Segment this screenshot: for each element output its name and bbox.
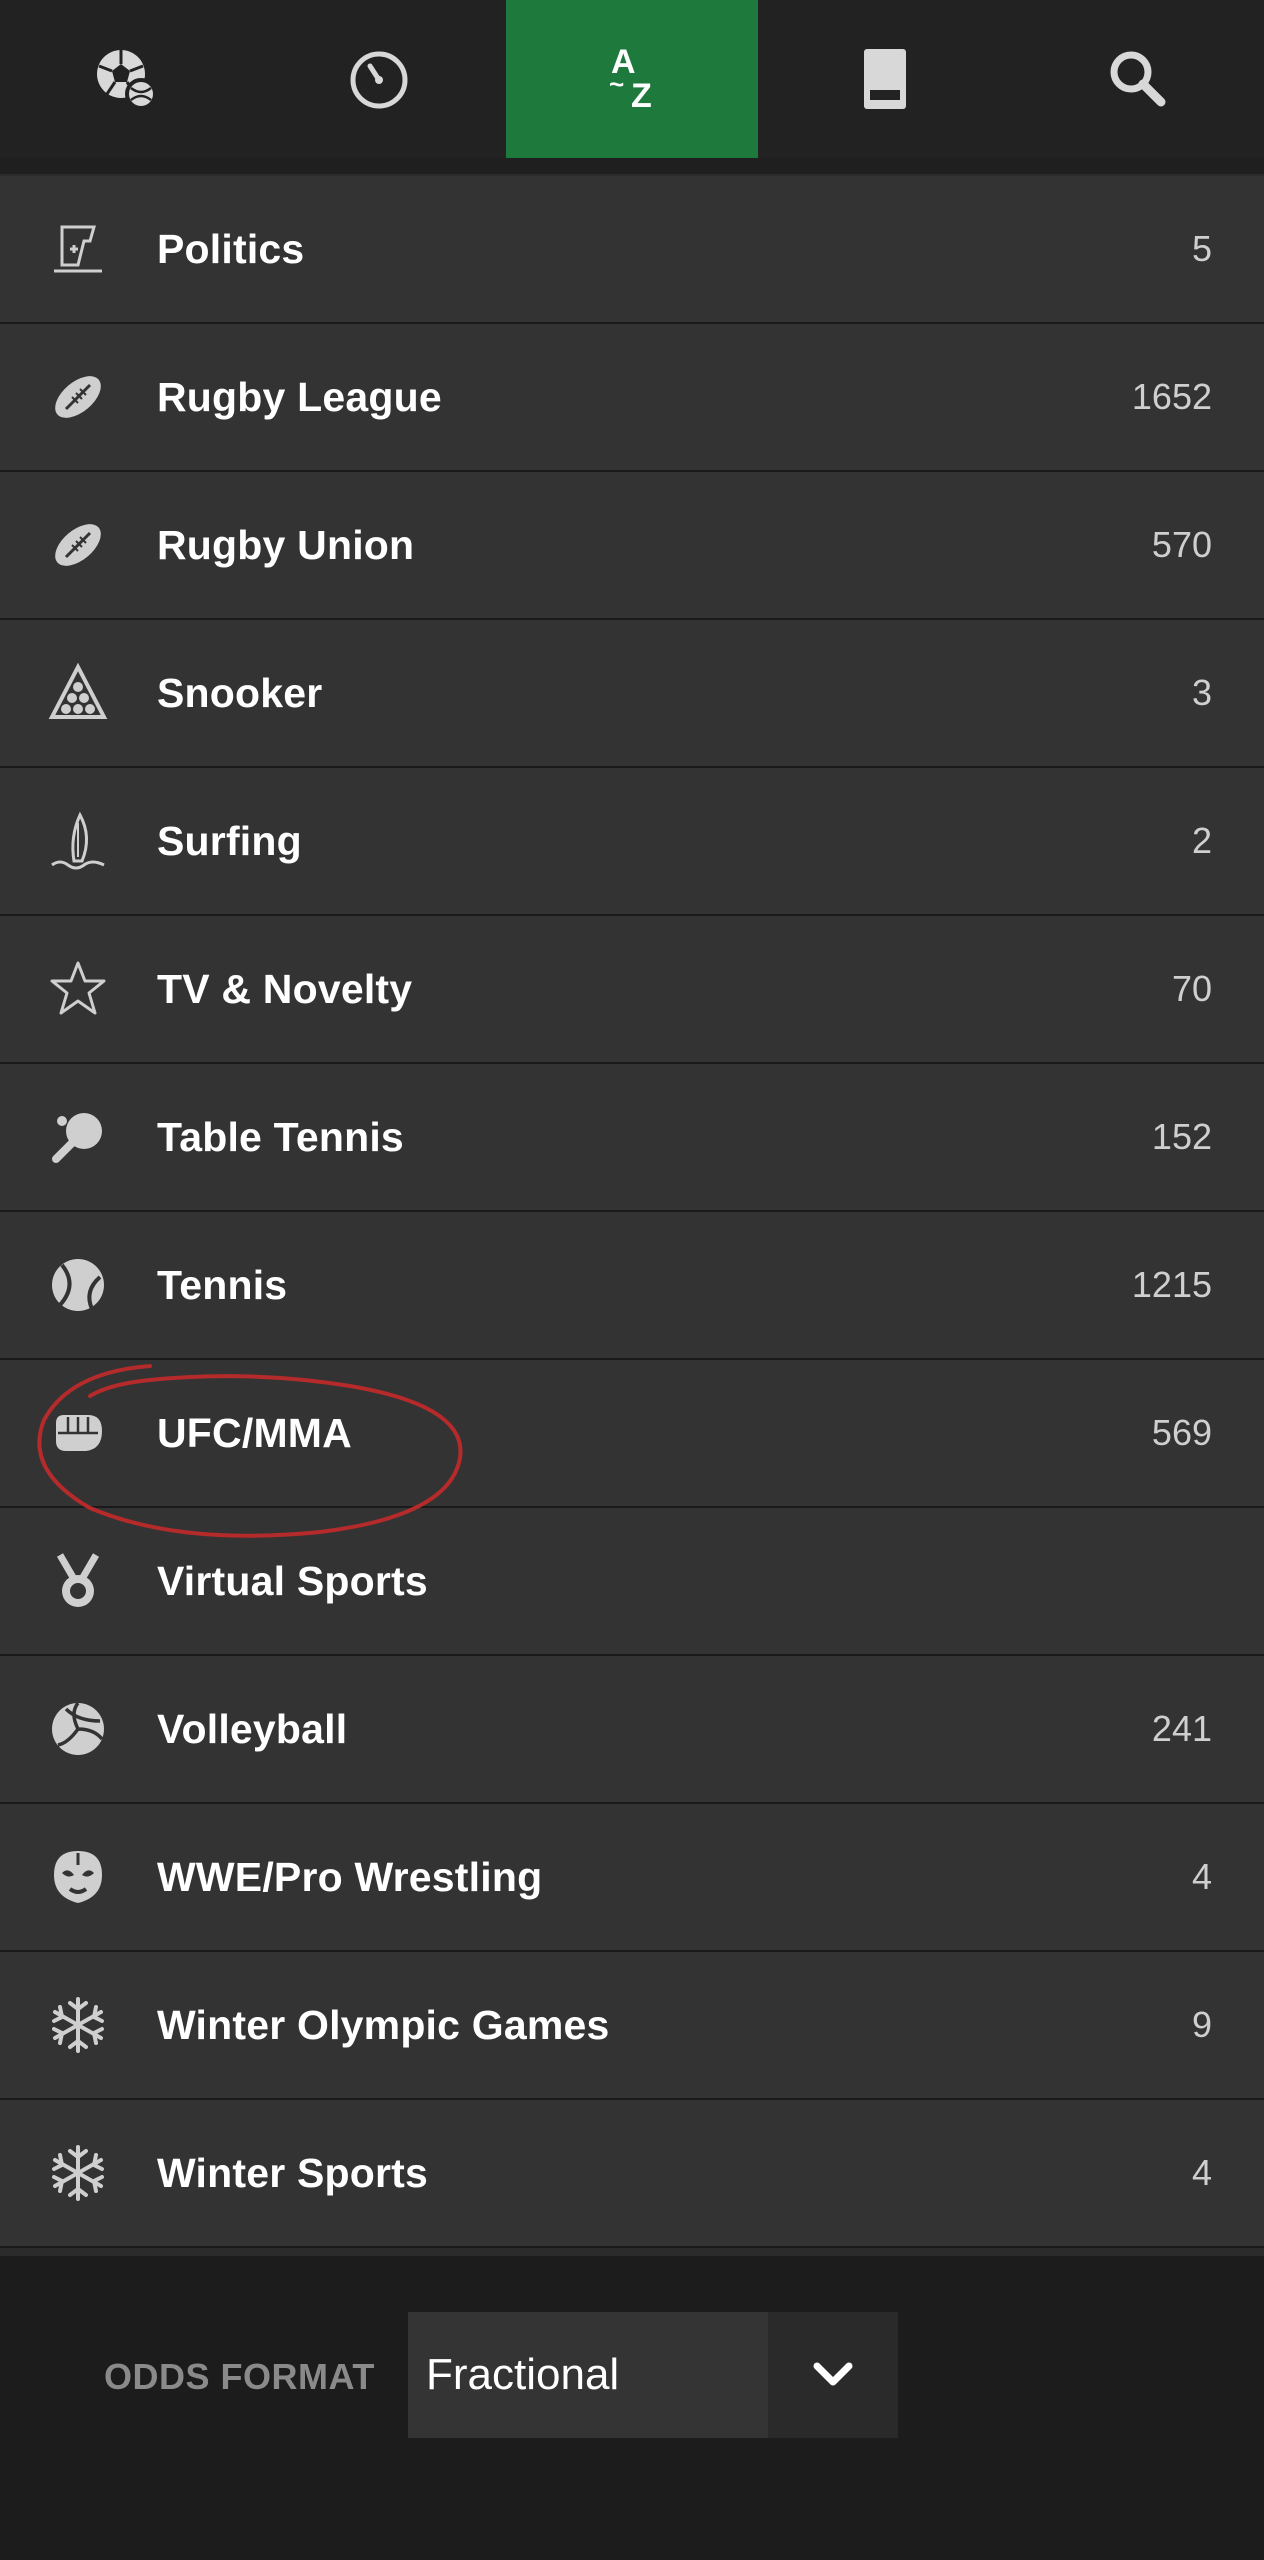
sport-name: UFC/MMA bbox=[157, 1410, 352, 1456]
svg-text:~: ~ bbox=[609, 69, 624, 99]
sport-name: Winter Olympic Games bbox=[157, 2002, 610, 2048]
odds-format-select[interactable]: Fractional bbox=[408, 2312, 898, 2438]
sport-name: Tennis bbox=[157, 1262, 288, 1308]
event-count: 241 bbox=[1151, 1708, 1212, 1749]
sport-row-politics[interactable]: Politics 5 bbox=[0, 176, 1264, 324]
snowflake-icon bbox=[48, 2143, 108, 2203]
tennis-ball-icon bbox=[48, 1255, 108, 1315]
tab-search[interactable] bbox=[1011, 0, 1264, 158]
event-count: 5 bbox=[1191, 228, 1212, 269]
sport-row-table-tennis[interactable]: Table Tennis 152 bbox=[0, 1064, 1264, 1212]
sport-row-winter-olympic-games[interactable]: Winter Olympic Games 9 bbox=[0, 1952, 1264, 2100]
dropdown-toggle[interactable] bbox=[768, 2312, 898, 2438]
event-count: 152 bbox=[1151, 1116, 1212, 1157]
search-icon bbox=[1110, 51, 1166, 107]
fist-icon bbox=[48, 1403, 108, 1463]
a-z-icon: A ~ Z bbox=[609, 43, 652, 115]
sport-row-tennis[interactable]: Tennis 1215 bbox=[0, 1212, 1264, 1360]
rugby-ball-icon bbox=[48, 367, 108, 427]
sports-ball-icon bbox=[97, 50, 158, 110]
sport-name: Virtual Sports bbox=[157, 1558, 428, 1604]
sport-name: Winter Sports bbox=[157, 2150, 429, 2196]
sport-row-rugby-union[interactable]: Rugby Union 570 bbox=[0, 472, 1264, 620]
sport-name: Politics bbox=[157, 226, 305, 272]
betslip-icon bbox=[863, 49, 906, 109]
in-play-clock-icon bbox=[350, 51, 408, 109]
sport-row-rugby-league[interactable]: Rugby League 1652 bbox=[0, 324, 1264, 472]
event-count: 3 bbox=[1191, 672, 1212, 713]
sport-name: Snooker bbox=[157, 670, 323, 716]
volleyball-icon bbox=[48, 1699, 108, 1759]
sport-row-wwe-pro-wrestling[interactable]: WWE/Pro Wrestling 4 bbox=[0, 1804, 1264, 1952]
event-count: 4 bbox=[1191, 2152, 1212, 2193]
event-count: 569 bbox=[1151, 1412, 1212, 1453]
sport-row-winter-sports[interactable]: Winter Sports 4 bbox=[0, 2100, 1264, 2248]
event-count: 1215 bbox=[1131, 1264, 1212, 1305]
snooker-triangle-icon bbox=[48, 663, 108, 723]
event-count: 9 bbox=[1191, 2004, 1212, 2045]
event-count: 70 bbox=[1171, 968, 1212, 1009]
wrestling-mask-icon bbox=[48, 1847, 108, 1907]
sport-name: Table Tennis bbox=[157, 1114, 404, 1160]
nav-divider bbox=[0, 158, 1264, 174]
sport-name: Rugby Union bbox=[157, 522, 415, 568]
tab-betslip[interactable] bbox=[758, 0, 1011, 158]
snowflake-icon bbox=[48, 1995, 108, 2055]
sport-row-ufc-mma[interactable]: UFC/MMA 569 bbox=[0, 1360, 1264, 1508]
top-navigation: A ~ Z bbox=[0, 0, 1264, 158]
sport-name: WWE/Pro Wrestling bbox=[157, 1854, 543, 1900]
sport-row-tv-novelty[interactable]: TV & Novelty 70 bbox=[0, 916, 1264, 1064]
rugby-ball-icon bbox=[48, 515, 108, 575]
svg-text:Z: Z bbox=[631, 77, 652, 115]
star-icon bbox=[48, 959, 108, 1019]
event-count: 570 bbox=[1151, 524, 1212, 565]
odds-format-value: Fractional bbox=[426, 2350, 620, 2399]
sport-name: Volleyball bbox=[157, 1706, 348, 1752]
tab-in-play[interactable] bbox=[253, 0, 506, 158]
sports-a-z-list: Politics 5 Rugby League 1652 Rugby Union… bbox=[0, 176, 1264, 2248]
odds-format-label: ODDS FORMAT bbox=[104, 2356, 375, 2397]
tab-sports[interactable] bbox=[0, 0, 253, 158]
sport-row-snooker[interactable]: Snooker 3 bbox=[0, 620, 1264, 768]
event-count: 1652 bbox=[1131, 376, 1212, 417]
surfboard-icon bbox=[48, 811, 108, 871]
sport-row-surfing[interactable]: Surfing 2 bbox=[0, 768, 1264, 916]
event-count: 4 bbox=[1191, 1856, 1212, 1897]
table-tennis-paddle-icon bbox=[48, 1107, 108, 1167]
medal-icon bbox=[48, 1551, 108, 1611]
event-count: 2 bbox=[1191, 820, 1212, 861]
sport-name: TV & Novelty bbox=[157, 966, 413, 1012]
chevron-down-icon bbox=[813, 2362, 853, 2386]
sport-name: Surfing bbox=[157, 818, 302, 864]
politics-icon bbox=[48, 219, 108, 279]
tab-a-z[interactable]: A ~ Z bbox=[505, 0, 759, 158]
sport-row-virtual-sports[interactable]: Virtual Sports bbox=[0, 1508, 1264, 1656]
sport-name: Rugby League bbox=[157, 374, 442, 420]
sport-row-volleyball[interactable]: Volleyball 241 bbox=[0, 1656, 1264, 1804]
